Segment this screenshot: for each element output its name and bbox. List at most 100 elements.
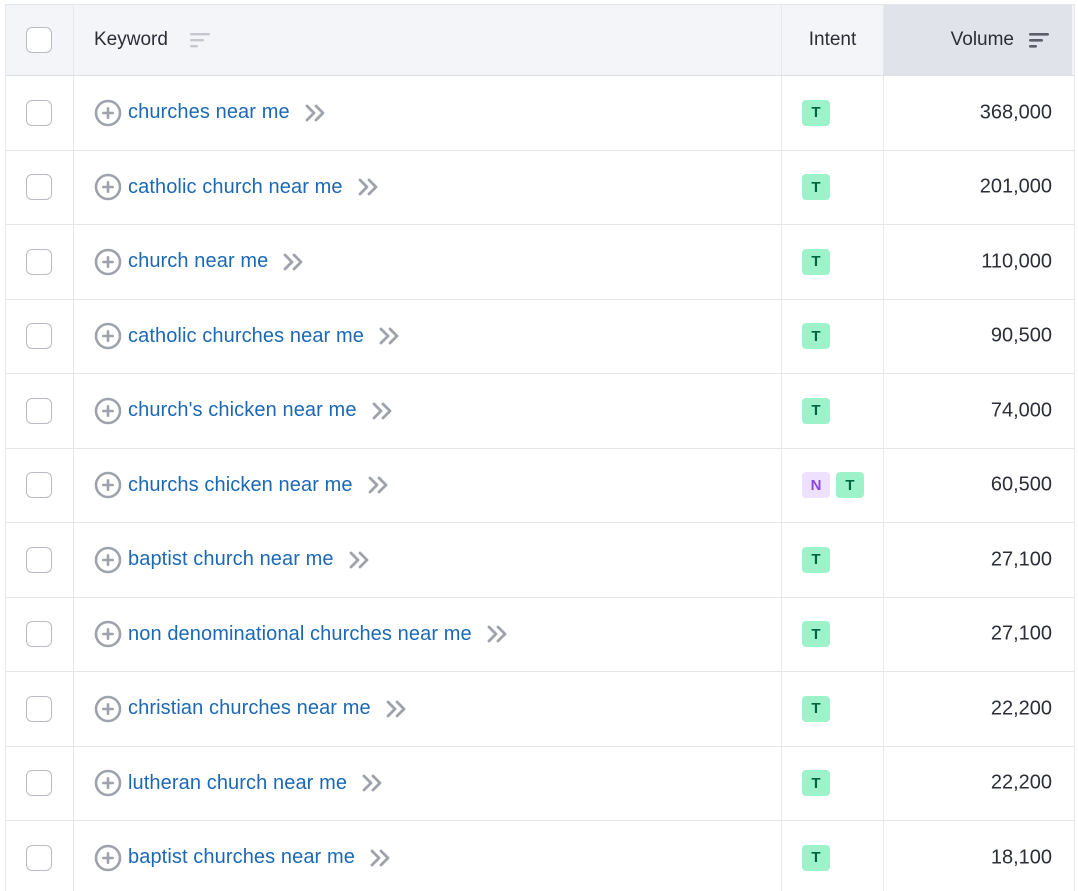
row-checkbox[interactable]: [26, 546, 52, 573]
keyword-link[interactable]: lutheran church near me: [128, 772, 347, 795]
sort-icon[interactable]: [189, 31, 211, 49]
double-chevron-right-icon[interactable]: [357, 177, 381, 197]
volume-value: 201,000: [979, 175, 1052, 198]
double-chevron-right-icon[interactable]: [378, 326, 402, 346]
keyword-link[interactable]: churchs chicken near me: [128, 474, 353, 497]
keyword-link[interactable]: church near me: [128, 250, 268, 273]
transactional-intent-badge[interactable]: T: [802, 546, 830, 573]
table-row: lutheran church near me T 22,200: [6, 746, 1074, 821]
double-chevron-right-icon[interactable]: [348, 550, 372, 570]
double-chevron-right-icon[interactable]: [367, 475, 391, 495]
table-row: catholic church near me T 201,000: [6, 150, 1074, 225]
volume-value: 22,200: [990, 697, 1052, 720]
volume-cell: 27,100: [884, 523, 1072, 597]
keyword-link[interactable]: non denominational churches near me: [128, 623, 472, 646]
intent-badges: T: [802, 397, 830, 424]
transactional-intent-badge[interactable]: T: [802, 174, 830, 201]
add-to-list-icon[interactable]: [94, 471, 122, 499]
keyword-link[interactable]: baptist churches near me: [128, 846, 355, 869]
row-checkbox[interactable]: [26, 770, 52, 797]
add-to-list-icon[interactable]: [94, 173, 122, 201]
keyword-link[interactable]: baptist church near me: [128, 548, 334, 571]
intent-cell: NT: [782, 448, 884, 522]
row-checkbox[interactable]: [26, 248, 52, 275]
row-checkbox[interactable]: [26, 695, 52, 722]
row-checkbox[interactable]: [26, 323, 52, 350]
transactional-intent-badge[interactable]: T: [802, 621, 830, 648]
volume-cell: 201,000: [884, 151, 1072, 225]
keyword-cell: baptist churches near me: [74, 821, 782, 891]
keyword-header-label: Keyword: [94, 29, 168, 50]
table-row: baptist church near me T 27,100: [6, 523, 1074, 598]
keyword-link[interactable]: catholic churches near me: [128, 325, 364, 348]
volume-value: 110,000: [981, 250, 1052, 273]
volume-value: 90,500: [990, 324, 1052, 347]
row-checkbox[interactable]: [26, 99, 52, 126]
intent-cell: T: [782, 299, 884, 373]
intent-badges: T: [802, 546, 830, 573]
row-checkbox[interactable]: [26, 174, 52, 201]
intent-badges: NT: [802, 472, 864, 499]
volume-cell: 60,500: [884, 449, 1072, 523]
add-to-list-icon[interactable]: [94, 620, 122, 648]
volume-value: 27,100: [990, 622, 1052, 645]
row-checkbox[interactable]: [26, 844, 52, 871]
keyword-link[interactable]: churches near me: [128, 101, 290, 124]
double-chevron-right-icon[interactable]: [282, 252, 306, 272]
add-to-list-icon[interactable]: [94, 322, 122, 350]
table-row: churches near me T 368,000: [6, 76, 1074, 151]
intent-badges: T: [802, 323, 830, 350]
transactional-intent-badge[interactable]: T: [802, 770, 830, 797]
volume-cell: 18,100: [884, 821, 1072, 891]
double-chevron-right-icon[interactable]: [385, 699, 409, 719]
add-to-list-icon[interactable]: [94, 695, 122, 723]
intent-header-label: Intent: [808, 29, 857, 50]
transactional-intent-badge[interactable]: T: [802, 248, 830, 275]
row-checkbox-cell: [6, 225, 74, 299]
volume-cell: 22,200: [884, 672, 1072, 746]
intent-cell: T: [782, 821, 884, 891]
volume-header-label: Volume: [950, 29, 1014, 50]
sort-descending-icon[interactable]: [1028, 31, 1050, 49]
row-checkbox[interactable]: [26, 397, 52, 424]
intent-cell: T: [782, 597, 884, 671]
add-to-list-icon[interactable]: [94, 546, 122, 574]
navigational-intent-badge[interactable]: N: [802, 472, 830, 499]
transactional-intent-badge[interactable]: T: [802, 99, 830, 126]
transactional-intent-badge[interactable]: T: [802, 695, 830, 722]
table-row: catholic churches near me T 90,500: [6, 299, 1074, 374]
intent-cell: T: [782, 523, 884, 597]
transactional-intent-badge[interactable]: T: [802, 397, 830, 424]
add-to-list-icon[interactable]: [94, 769, 122, 797]
add-to-list-icon[interactable]: [94, 844, 122, 872]
double-chevron-right-icon[interactable]: [369, 848, 393, 868]
double-chevron-right-icon[interactable]: [486, 624, 510, 644]
keyword-cell: catholic church near me: [74, 150, 782, 224]
volume-column-header[interactable]: Volume: [884, 5, 1072, 75]
row-checkbox[interactable]: [26, 472, 52, 499]
keyword-cell: catholic churches near me: [74, 299, 782, 373]
add-to-list-icon[interactable]: [94, 248, 122, 276]
transactional-intent-badge[interactable]: T: [836, 472, 864, 499]
double-chevron-right-icon[interactable]: [361, 773, 385, 793]
keyword-link[interactable]: church's chicken near me: [128, 399, 357, 422]
keyword-cell: churchs chicken near me: [74, 448, 782, 522]
intent-badges: T: [802, 99, 830, 126]
intent-cell: T: [782, 746, 884, 820]
transactional-intent-badge[interactable]: T: [802, 323, 830, 350]
intent-cell: T: [782, 374, 884, 448]
double-chevron-right-icon[interactable]: [371, 401, 395, 421]
select-all-checkbox[interactable]: [26, 27, 52, 53]
keyword-link[interactable]: christian churches near me: [128, 697, 371, 720]
intent-badges: T: [802, 844, 830, 871]
keyword-column-header[interactable]: Keyword: [74, 5, 782, 75]
add-to-list-icon[interactable]: [94, 99, 122, 127]
row-checkbox[interactable]: [26, 621, 52, 648]
keyword-link[interactable]: catholic church near me: [128, 176, 343, 199]
transactional-intent-badge[interactable]: T: [802, 844, 830, 871]
volume-cell: 368,000: [884, 76, 1072, 150]
keyword-cell: church's chicken near me: [74, 374, 782, 448]
add-to-list-icon[interactable]: [94, 397, 122, 425]
keyword-table: Keyword Intent Volume churches near me T…: [5, 4, 1075, 891]
double-chevron-right-icon[interactable]: [304, 103, 328, 123]
